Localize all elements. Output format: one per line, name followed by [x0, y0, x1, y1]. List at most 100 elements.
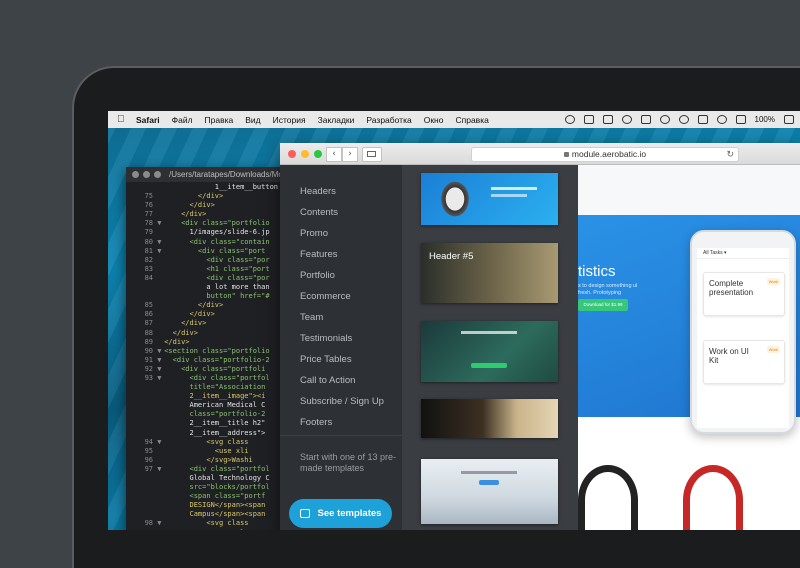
code-text: </div> — [160, 328, 198, 337]
code-text: <span class="portf — [160, 492, 266, 501]
zoom-button[interactable] — [314, 150, 322, 158]
thumbnail-watch-promo[interactable] — [421, 321, 558, 382]
code-text: </svg>Washi — [160, 455, 253, 464]
zoom-dot[interactable] — [154, 171, 161, 178]
code-text: title="Association — [160, 383, 266, 392]
address-bar[interactable]: module.aerobatic.io ↻ — [471, 147, 739, 162]
menu-help[interactable]: Справка — [455, 115, 488, 125]
fold-arrow-icon[interactable]: ▼ — [153, 356, 161, 365]
code-text: American Medical C — [160, 401, 266, 410]
forward-button[interactable]: › — [342, 147, 358, 162]
code-text: Campus</span><span — [160, 510, 270, 519]
menu-safari[interactable]: Safari — [136, 115, 160, 125]
help-icon[interactable] — [659, 115, 670, 124]
menu-file[interactable]: Файл — [172, 115, 193, 125]
code-text: src="blocks/portfol — [160, 483, 270, 492]
phone-screen: All Tasks ▾ Complete presentation Work W… — [697, 248, 789, 428]
reload-icon[interactable]: ↻ — [726, 148, 734, 161]
wifi-icon[interactable] — [716, 115, 727, 124]
menu-bookmarks[interactable]: Закладки — [318, 115, 355, 125]
close-button[interactable] — [288, 150, 296, 158]
fold-arrow-icon[interactable]: ▼ — [153, 347, 161, 356]
line-number: 93 — [144, 373, 153, 382]
category-testimonials[interactable]: Testimonials — [300, 333, 352, 344]
battery-percent[interactable]: 100% — [755, 115, 775, 124]
black-headphones-image — [578, 465, 638, 530]
code-text: <div class="portfolio-2 — [160, 355, 270, 364]
category-promo[interactable]: Promo — [300, 228, 328, 239]
dropbox-icon[interactable] — [583, 115, 594, 124]
minimize-button[interactable] — [301, 150, 309, 158]
category-headers[interactable]: Headers — [300, 186, 336, 197]
fold-arrow-icon[interactable]: ▼ — [153, 519, 161, 528]
macos-menubar:  Safari Файл Правка Вид История Закладк… — [108, 111, 800, 128]
fold-arrow-icon[interactable]: ▼ — [153, 374, 161, 383]
fold-arrow-icon[interactable]: ▼ — [153, 365, 161, 374]
see-templates-button[interactable]: See templates — [289, 499, 392, 528]
fold-arrow-icon[interactable]: ▼ — [153, 238, 161, 247]
menubar-status-area: 100% — [564, 111, 794, 128]
code-text: DESIGN</span><span — [160, 501, 266, 510]
code-text: 2__item__title h2" — [160, 419, 266, 428]
thumb-button — [471, 363, 507, 368]
code-text: <div class="por — [160, 255, 270, 264]
site-top-area — [578, 165, 800, 215]
category-team[interactable]: Team — [300, 312, 323, 323]
line-number: 80 — [144, 237, 153, 246]
code-text: </div> — [160, 201, 215, 210]
code-text: <h1 class="port — [160, 264, 270, 273]
location-icon[interactable] — [640, 115, 651, 124]
category-portfolio[interactable]: Portfolio — [300, 270, 335, 281]
task-card: Work on UI Kit Work — [703, 340, 785, 384]
url-text: module.aerobatic.io — [571, 149, 647, 159]
task-badge: Work — [766, 346, 780, 353]
category-footers[interactable]: Footers — [300, 417, 332, 428]
hero-download-button[interactable]: Download for $1.99 — [578, 299, 628, 311]
menu-window[interactable]: Окно — [424, 115, 444, 125]
thumbnail-label: Header #5 — [429, 251, 474, 262]
lock-icon — [563, 152, 569, 157]
bluetooth-icon[interactable] — [697, 115, 708, 124]
battery-icon[interactable] — [784, 115, 794, 124]
menu-view[interactable]: Вид — [245, 115, 260, 125]
fold-arrow-icon[interactable]: ▼ — [153, 465, 161, 474]
code-text: <use xli — [160, 446, 249, 455]
sidebar-toggle-button[interactable] — [362, 147, 382, 162]
thumbnail-header-5[interactable]: Header #5 — [421, 243, 558, 303]
thumbnail-header-watch[interactable] — [421, 173, 558, 225]
fold-arrow-icon[interactable]: ▼ — [153, 247, 161, 256]
window-controls — [288, 150, 322, 158]
sidebar-icon — [367, 151, 376, 157]
category-features[interactable]: Features — [300, 249, 338, 260]
category-subscribe[interactable]: Subscribe / Sign Up — [300, 396, 384, 407]
thumbnail-share-files[interactable] — [421, 459, 558, 524]
close-dot[interactable] — [132, 171, 139, 178]
category-call-to-action[interactable]: Call to Action — [300, 375, 355, 386]
menu-history[interactable]: История — [273, 115, 306, 125]
creative-cloud-icon[interactable] — [564, 115, 575, 124]
code-text: Global Technology C — [160, 474, 270, 482]
time-machine-icon[interactable] — [678, 115, 689, 124]
menu-edit[interactable]: Правка — [205, 115, 234, 125]
sync-icon[interactable] — [621, 115, 632, 124]
line-number: 82 — [144, 255, 153, 264]
minimize-dot[interactable] — [143, 171, 150, 178]
volume-icon[interactable] — [735, 115, 746, 124]
thumbnail-lifestyle[interactable] — [421, 399, 558, 438]
category-price-tables[interactable]: Price Tables — [300, 354, 352, 365]
line-number: 75 — [144, 192, 153, 201]
fold-arrow-icon[interactable]: ▼ — [153, 438, 161, 447]
code-text: <div class="portfol — [160, 464, 270, 473]
screen-record-icon[interactable] — [602, 115, 613, 124]
sidebar-divider — [280, 435, 402, 436]
category-contents[interactable]: Contents — [300, 207, 338, 218]
back-button[interactable]: ‹ — [326, 147, 342, 162]
category-ecommerce[interactable]: Ecommerce — [300, 291, 351, 302]
safari-window[interactable]: ‹ › module.aerobatic.io ↻ Headers Conten… — [280, 143, 800, 530]
templates-icon — [299, 509, 310, 518]
fold-arrow-icon[interactable]: ▼ — [153, 219, 161, 228]
menu-develop[interactable]: Разработка — [366, 115, 411, 125]
block-thumbnails: Header #5 — [402, 165, 578, 530]
apple-icon[interactable]:  — [117, 114, 127, 125]
templates-hint: Start with one of 13 pre-made templates — [300, 452, 397, 473]
